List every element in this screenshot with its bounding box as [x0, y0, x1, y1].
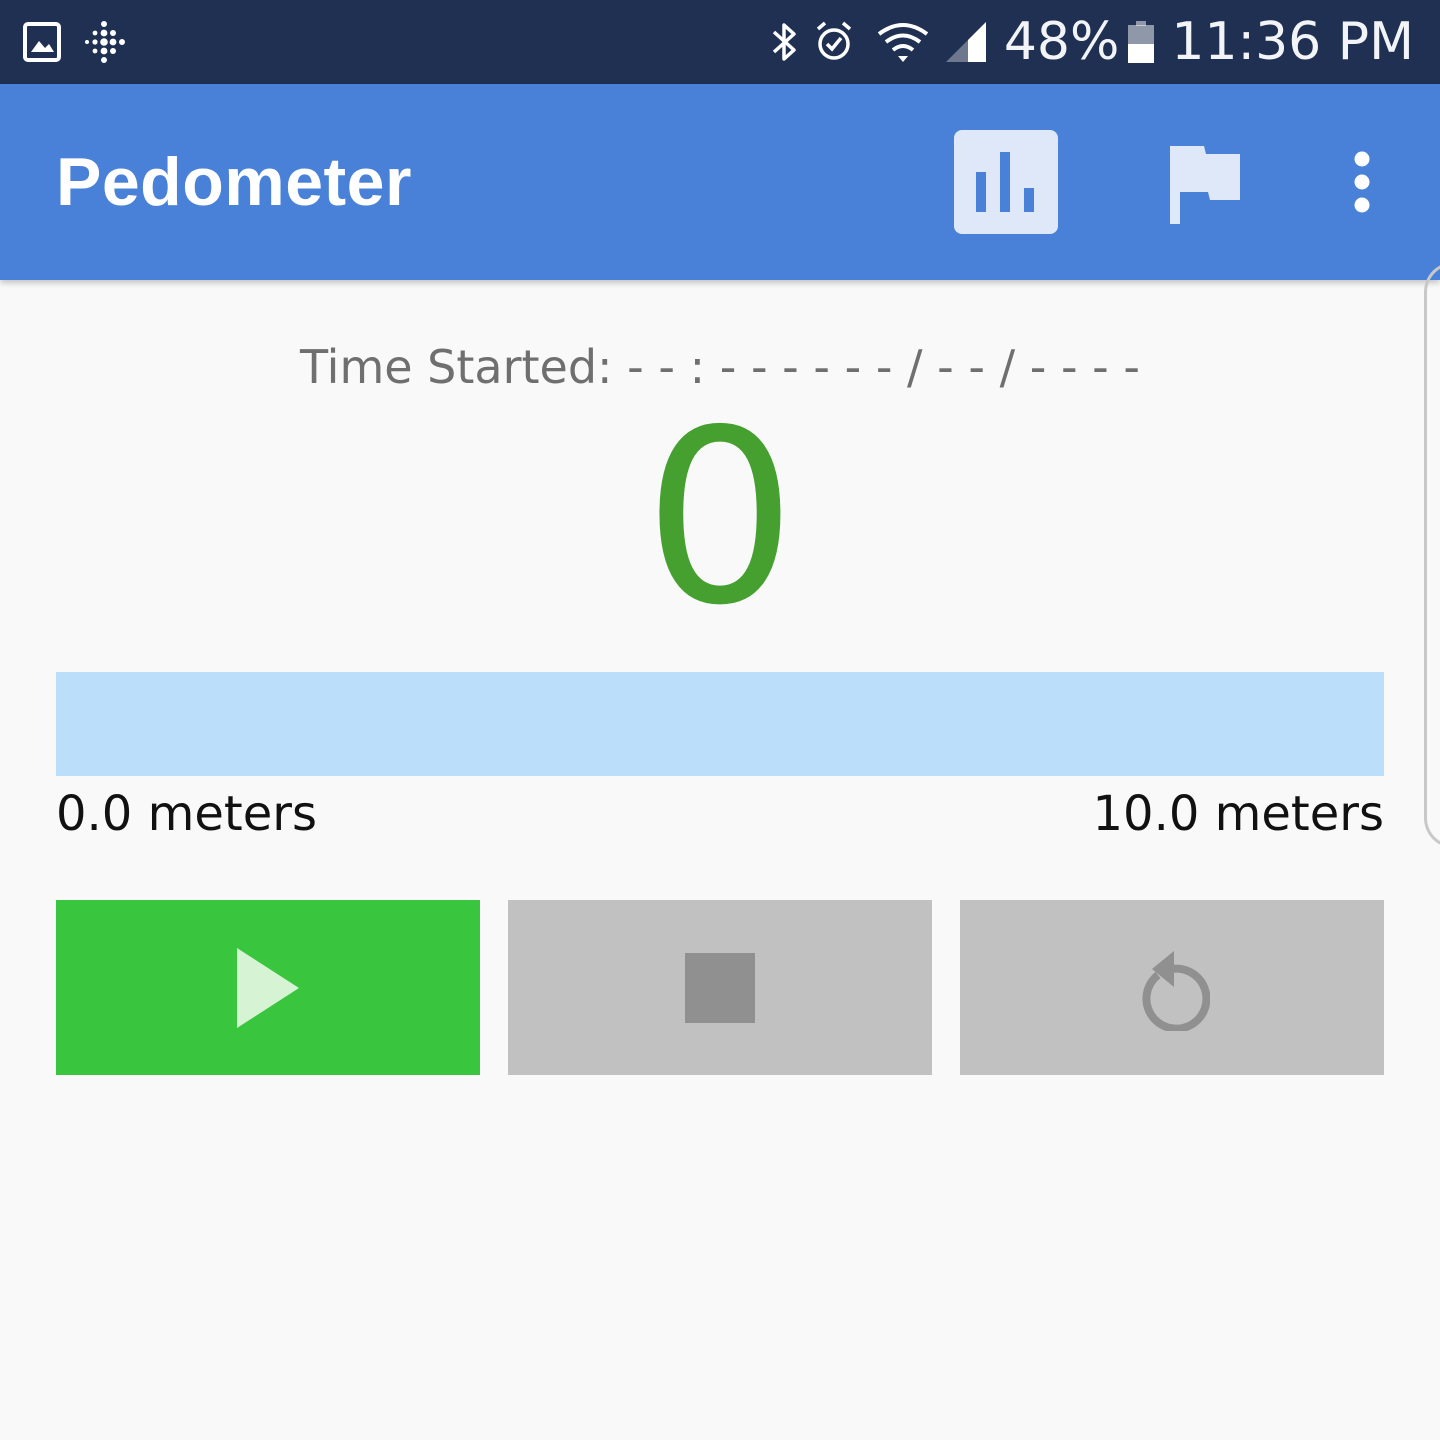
battery-icon	[1127, 20, 1155, 64]
status-time: 11:36 PM	[1171, 12, 1414, 72]
overflow-menu-button[interactable]	[1342, 150, 1382, 214]
chart-icon	[954, 130, 1058, 234]
wifi-icon	[876, 20, 930, 64]
stop-icon	[685, 952, 755, 1023]
statistics-button[interactable]	[954, 130, 1058, 234]
flag-icon	[1170, 146, 1240, 224]
reset-icon	[1142, 950, 1210, 1031]
status-bar: 48% 11:36 PM	[0, 0, 1440, 84]
play-icon	[237, 947, 299, 1028]
cell-signal-icon	[944, 20, 988, 64]
app-bar: Pedometer	[0, 84, 1440, 280]
distance-progress-bar	[56, 672, 1384, 776]
alarm-icon	[814, 20, 854, 64]
more-vert-icon	[1354, 151, 1370, 213]
gallery-icon	[22, 0, 62, 84]
goal-flag-button[interactable]	[1168, 146, 1242, 226]
status-right-group: 48% 11:36 PM	[770, 0, 1414, 84]
app-title: Pedometer	[56, 144, 412, 220]
fitbit-icon	[82, 0, 130, 84]
stop-button[interactable]	[508, 900, 932, 1075]
bluetooth-icon	[770, 20, 800, 64]
step-count: 0	[643, 378, 797, 658]
battery-percent: 48%	[1003, 12, 1120, 72]
reset-button[interactable]	[960, 900, 1384, 1075]
distance-goal-label: 10.0 meters	[1092, 786, 1384, 842]
distance-current-label: 0.0 meters	[56, 786, 317, 842]
play-button[interactable]	[56, 900, 480, 1075]
